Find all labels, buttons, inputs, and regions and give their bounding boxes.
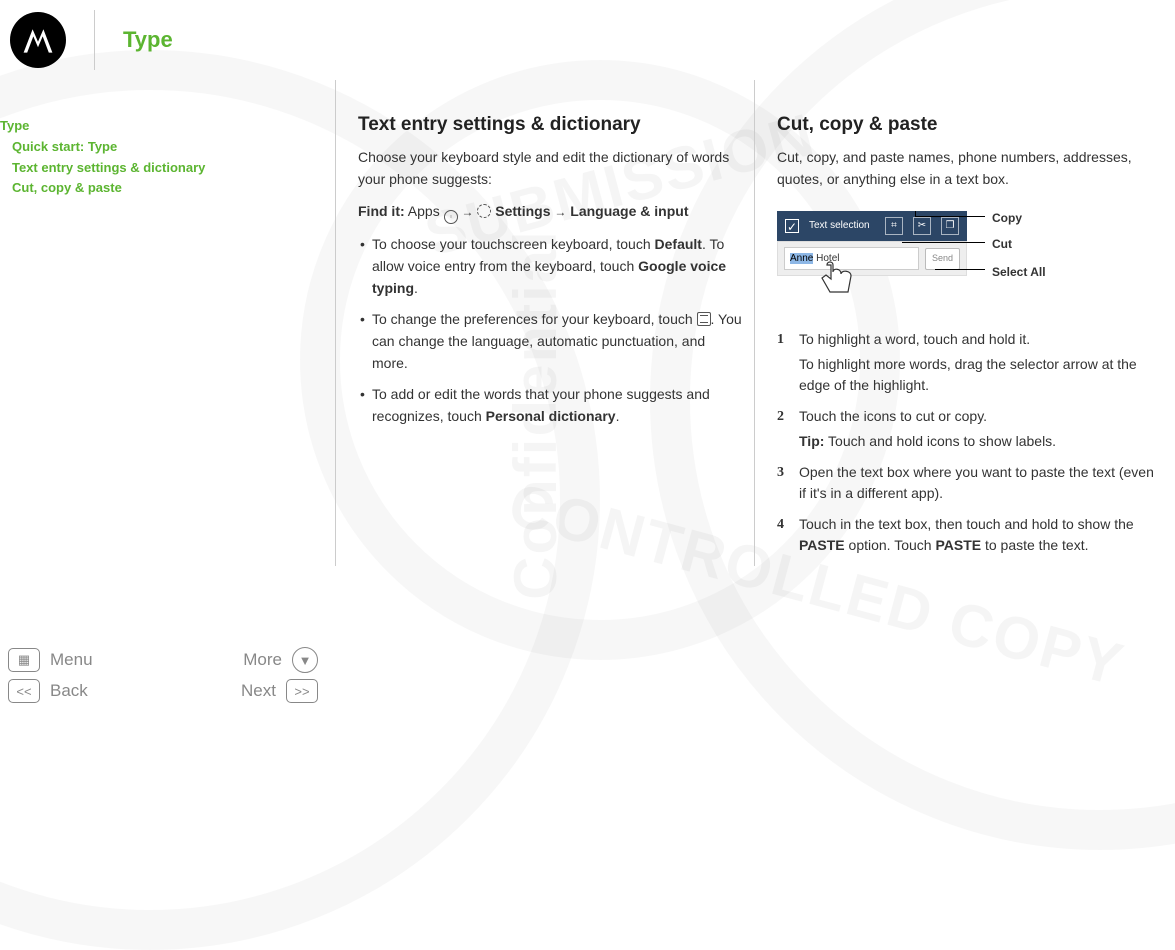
motorola-logo (10, 12, 66, 68)
apps-icon: ⠿ (444, 210, 458, 224)
back-icon[interactable]: << (8, 679, 40, 703)
menu-icon[interactable]: ▦ (8, 648, 40, 672)
step-3: Open the text box where you want to past… (777, 462, 1163, 504)
intro-cut-copy: Cut, copy, and paste names, phone number… (777, 147, 1163, 190)
sidebar: Type Quick start: Type Text entry settin… (0, 80, 335, 566)
toc-root[interactable]: Type (0, 116, 335, 137)
toc-item-quickstart[interactable]: Quick start: Type (12, 137, 335, 158)
more-icon[interactable]: ▼ (292, 647, 318, 673)
gear-icon (477, 204, 491, 218)
header: Type (0, 0, 1175, 80)
step-4: Touch in the text box, then touch and ho… (777, 514, 1163, 556)
touch-hand-icon (817, 257, 861, 301)
next-icon[interactable]: >> (286, 679, 318, 703)
cut-icon: ✂ (913, 217, 931, 235)
callout-cut: Cut (992, 235, 1012, 254)
bullet-list: To choose your touchscreen keyboard, tou… (358, 234, 742, 428)
footer-nav: ▦ Menu More ▼ << Back Next >> (8, 641, 318, 703)
next-button[interactable]: Next (163, 681, 286, 701)
back-button[interactable]: Back (40, 681, 163, 701)
header-divider (94, 10, 95, 70)
copy-icon: ❐ (941, 217, 959, 235)
bullet-default-keyboard: To choose your touchscreen keyboard, tou… (358, 234, 742, 299)
send-button: Send (925, 248, 960, 270)
step-1: To highlight a word, touch and hold it. … (777, 329, 1163, 396)
toc-item-cutcopy[interactable]: Cut, copy & paste (12, 178, 335, 199)
step-2: Touch the icons to cut or copy. Tip: Tou… (777, 406, 1163, 452)
column-text-entry: Text entry settings & dictionary Choose … (335, 80, 755, 566)
callout-copy: Copy (992, 209, 1022, 228)
column-cut-copy: Cut, copy & paste Cut, copy, and paste n… (755, 80, 1175, 566)
heading-text-entry: Text entry settings & dictionary (358, 110, 742, 139)
sliders-icon (697, 312, 711, 326)
done-icon (785, 219, 799, 233)
bullet-personal-dictionary: To add or edit the words that your phone… (358, 384, 742, 427)
steps-list: To highlight a word, touch and hold it. … (777, 329, 1163, 556)
callout-select-all: Select All (992, 263, 1046, 282)
select-all-icon: ⌗ (885, 217, 903, 235)
heading-cut-copy: Cut, copy & paste (777, 110, 1163, 139)
intro-text-entry: Choose your keyboard style and edit the … (358, 147, 742, 190)
text-selection-diagram: Text selection ⌗ ✂ ❐ Anne Hotel Send Cop… (777, 201, 1163, 311)
text-input-row: Anne Hotel Send (777, 241, 967, 277)
more-button[interactable]: More (166, 650, 292, 670)
page-title: Type (123, 27, 173, 53)
action-bar-title: Text selection (809, 218, 875, 234)
toc-item-textentry[interactable]: Text entry settings & dictionary (12, 158, 335, 179)
find-it-line: Find it: Apps ⠿ → Settings → Language & … (358, 201, 742, 225)
bullet-preferences: To change the preferences for your keybo… (358, 309, 742, 374)
menu-button[interactable]: Menu (40, 650, 166, 670)
toc: Type Quick start: Type Text entry settin… (0, 116, 335, 199)
